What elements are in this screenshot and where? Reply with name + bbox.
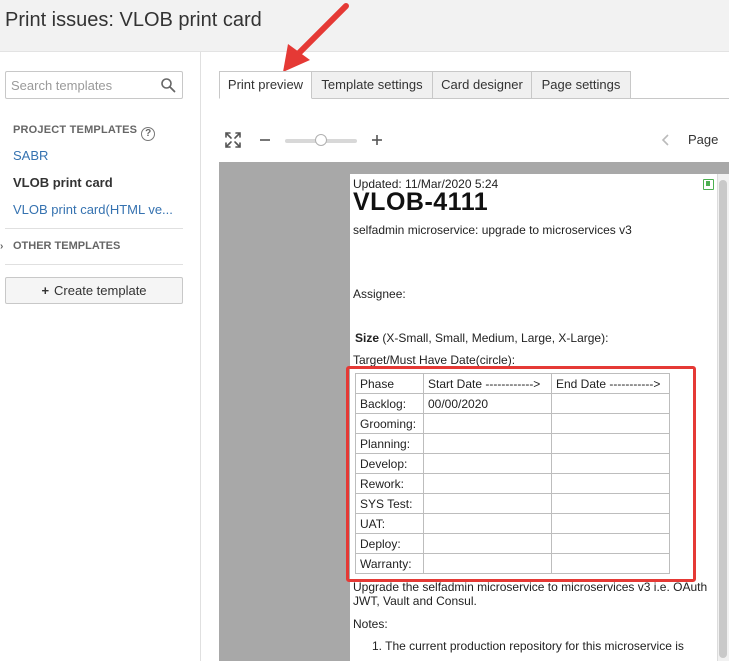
template-item-sabr[interactable]: SABR <box>13 148 48 163</box>
preview-toolbar: Page <box>219 128 729 152</box>
table-row: Planning: <box>355 433 670 454</box>
minus-icon[interactable] <box>259 134 271 146</box>
chevron-right-icon: › <box>0 241 4 252</box>
table-cell <box>423 553 552 574</box>
project-templates-label: PROJECT TEMPLATES <box>13 124 138 136</box>
template-item-vlob-print-card-html[interactable]: VLOB print card(HTML ve... <box>13 202 173 217</box>
plus-icon[interactable] <box>371 134 383 146</box>
project-templates-heading: PROJECT TEMPLATES? <box>13 124 156 141</box>
table-cell: Develop: <box>355 453 424 474</box>
tab-template-settings[interactable]: Template settings <box>311 71 433 99</box>
size-field: Size (X-Small, Small, Medium, Large, X-L… <box>355 331 608 345</box>
table-cell: Planning: <box>355 433 424 454</box>
table-header: Phase <box>355 373 424 394</box>
size-label: Size <box>355 331 380 345</box>
assignee-field: Assignee: <box>353 287 406 301</box>
search-input[interactable] <box>6 72 156 98</box>
table-cell: Warranty: <box>355 553 424 574</box>
table-cell: Backlog: <box>355 393 424 414</box>
divider <box>5 228 183 229</box>
issue-description: Upgrade the selfadmin microservice to mi… <box>353 580 708 608</box>
bookmark-icon <box>703 179 714 190</box>
size-options: (X-Small, Small, Medium, Large, X-Large)… <box>379 331 609 345</box>
table-cell <box>423 473 552 494</box>
table-cell <box>423 513 552 534</box>
table-cell <box>551 553 670 574</box>
table-row: Deploy: <box>355 533 670 554</box>
table-header: End Date -----------> <box>551 373 670 394</box>
table-cell: Deploy: <box>355 533 424 554</box>
zoom-slider-handle[interactable] <box>315 134 327 146</box>
target-date-label: Target/Must Have Date(circle): <box>353 353 516 367</box>
table-cell: SYS Test: <box>355 493 424 514</box>
table-cell <box>551 433 670 454</box>
issue-key: VLOB-4111 <box>353 188 489 216</box>
table-cell: UAT: <box>355 513 424 534</box>
table-cell: 00/00/2020 <box>423 393 552 414</box>
tab-card-designer[interactable]: Card designer <box>432 71 532 99</box>
page-title: Print issues: VLOB print card <box>5 9 262 31</box>
table-cell <box>551 393 670 414</box>
plus-icon: + <box>41 283 50 298</box>
create-template-button[interactable]: + Create template <box>5 277 183 304</box>
other-templates-label: OTHER TEMPLATES <box>13 240 121 252</box>
table-cell <box>423 413 552 434</box>
search-box[interactable] <box>5 71 183 99</box>
page-header: Print issues: VLOB print card <box>0 0 729 52</box>
tab-page-settings[interactable]: Page settings <box>531 71 631 99</box>
help-icon[interactable]: ? <box>141 127 156 141</box>
divider <box>5 264 183 265</box>
table-row: SYS Test: <box>355 493 670 514</box>
table-row: Grooming: <box>355 413 670 434</box>
table-row: Backlog: 00/00/2020 <box>355 393 670 414</box>
template-item-vlob-print-card[interactable]: VLOB print card <box>13 175 113 190</box>
table-cell <box>551 413 670 434</box>
table-row: UAT: <box>355 513 670 534</box>
table-row: Warranty: <box>355 553 670 574</box>
chevron-left-icon[interactable] <box>661 134 671 146</box>
table-row: Rework: <box>355 473 670 494</box>
scrollbar-thumb[interactable] <box>719 180 727 658</box>
table-row: Develop: <box>355 453 670 474</box>
table-cell <box>551 533 670 554</box>
tab-print-preview[interactable]: Print preview <box>219 71 312 99</box>
table-header: Start Date ------------> <box>423 373 552 394</box>
table-cell: Rework: <box>355 473 424 494</box>
fullscreen-icon[interactable] <box>224 131 242 149</box>
search-icon[interactable] <box>160 77 176 93</box>
table-cell <box>423 533 552 554</box>
table-header-row: Phase Start Date ------------> End Date … <box>355 373 670 394</box>
phase-table: Phase Start Date ------------> End Date … <box>355 373 670 574</box>
create-template-label: Create template <box>54 283 147 298</box>
table-cell <box>551 453 670 474</box>
notes-label: Notes: <box>353 617 388 631</box>
issue-summary: selfadmin microservice: upgrade to micro… <box>353 223 632 237</box>
table-cell <box>423 453 552 474</box>
table-cell <box>551 513 670 534</box>
table-cell <box>551 473 670 494</box>
templates-sidebar: PROJECT TEMPLATES? SABR VLOB print card … <box>0 52 201 661</box>
table-cell <box>423 433 552 454</box>
other-templates-toggle[interactable]: › OTHER TEMPLATES <box>0 240 120 252</box>
page-label: Page <box>688 132 719 147</box>
table-cell <box>423 493 552 514</box>
table-cell: Grooming: <box>355 413 424 434</box>
print-card: Updated: 11/Mar/2020 5:24 VLOB-4111 self… <box>350 174 729 661</box>
note-item: 1. The current production repository for… <box>372 639 684 653</box>
preview-canvas: Updated: 11/Mar/2020 5:24 VLOB-4111 self… <box>219 162 729 661</box>
table-cell <box>551 493 670 514</box>
